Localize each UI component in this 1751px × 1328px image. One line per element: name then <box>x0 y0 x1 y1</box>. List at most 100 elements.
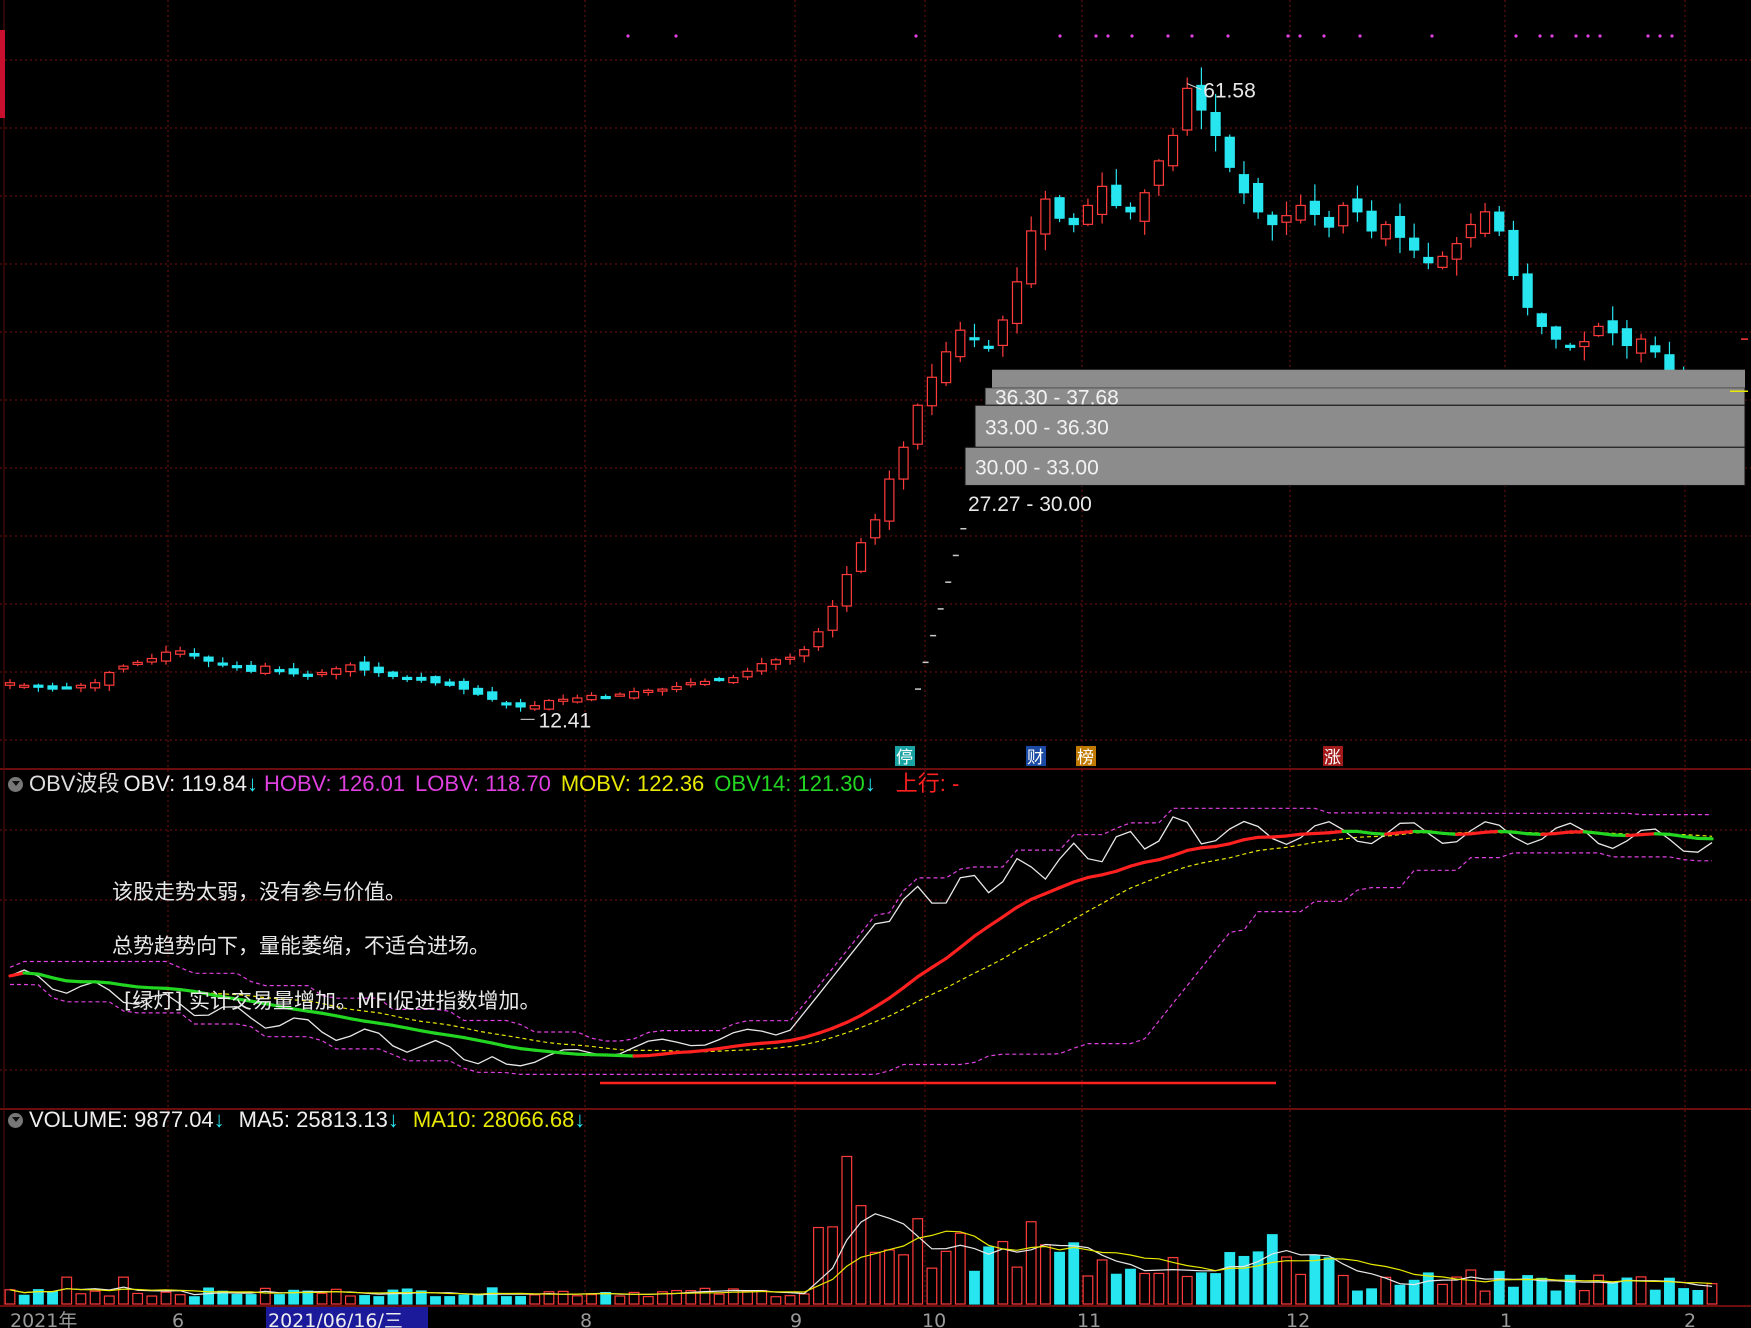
chip-zone-label: 33.00 - 36.30 <box>985 416 1109 439</box>
volume-bar <box>1593 1274 1604 1305</box>
obv14-segment <box>419 1029 438 1035</box>
candle <box>1366 200 1377 239</box>
candle-body <box>1338 204 1349 227</box>
candle-body <box>1522 273 1533 308</box>
volume-bar <box>1607 1282 1619 1305</box>
candle <box>1621 320 1633 359</box>
time-axis-label: 2021年 <box>10 1310 77 1328</box>
volume-bar <box>1394 1284 1406 1305</box>
candle-body <box>47 685 58 690</box>
candle <box>1182 77 1193 136</box>
obv14-segment <box>1143 858 1161 864</box>
candle <box>926 363 938 416</box>
obv14-segment <box>1582 830 1601 835</box>
time-axis-label: 9 <box>790 1310 802 1328</box>
event-marker-label: 榜 <box>1077 748 1094 768</box>
candle <box>401 675 413 683</box>
event-marker-label: 财 <box>1027 748 1044 768</box>
obv14-segment <box>1511 830 1530 836</box>
time-axis-label: 10 <box>922 1310 946 1328</box>
candle <box>643 688 654 696</box>
candle-body <box>1167 134 1179 167</box>
candle <box>1508 220 1519 280</box>
volume-bar <box>1295 1273 1307 1305</box>
obv14-segment <box>433 1031 452 1037</box>
obv14-segment <box>65 979 83 984</box>
candle <box>1409 223 1420 259</box>
candle <box>387 670 399 680</box>
volume-bar <box>1068 1242 1080 1305</box>
signal-dot <box>1574 34 1578 38</box>
candle <box>628 687 640 700</box>
volume-bar <box>642 1295 654 1305</box>
volume-bar <box>1706 1283 1718 1305</box>
signal-dot <box>1538 34 1542 38</box>
candle-body <box>359 661 370 671</box>
collapse-icon[interactable] <box>8 777 23 792</box>
candle-body <box>1082 204 1094 225</box>
candle-body <box>1111 184 1122 207</box>
time-axis-label: 1 <box>1500 1310 1512 1328</box>
volume-bar <box>430 1296 441 1305</box>
candle-body <box>799 649 810 657</box>
candle <box>1267 211 1278 241</box>
candle <box>784 653 796 665</box>
signal-dot <box>1190 34 1194 38</box>
candle-body <box>231 665 243 669</box>
candle <box>260 662 271 676</box>
volume-bar <box>827 1226 839 1305</box>
ma10-value: MA10: 28066.68 <box>412 1107 575 1132</box>
obv-indicator-name[interactable]: OBV波段 <box>29 771 119 796</box>
candle-body <box>245 664 257 672</box>
volume-bar <box>969 1270 980 1305</box>
obv14-segment <box>1398 829 1416 835</box>
chart-stage[interactable]: 61.58 12.41 36.30 - 37.68 33.00 - 36.30 30.0… <box>0 0 1751 1328</box>
candle <box>699 678 711 687</box>
volume-bar <box>1082 1275 1094 1305</box>
volume-bar <box>883 1249 895 1305</box>
obv14-segment <box>788 1035 806 1043</box>
obv14-segment <box>1384 831 1402 836</box>
volume-bar <box>75 1293 87 1305</box>
candle-body <box>203 656 214 662</box>
candle-body <box>75 684 87 689</box>
volume-bar <box>1380 1276 1392 1305</box>
candle-body <box>19 684 30 688</box>
candle-body <box>1252 182 1264 213</box>
volume-bar <box>1493 1270 1505 1305</box>
ma10-arrow: ↓ <box>574 1107 586 1132</box>
obv14-segment <box>448 1033 466 1040</box>
volume-bar <box>997 1240 1009 1305</box>
candle-body <box>1182 87 1193 131</box>
volume-bar <box>1621 1277 1633 1305</box>
chip-zone-label: 30.00 - 33.00 <box>975 456 1099 479</box>
candle <box>558 694 569 706</box>
candle-body <box>1366 210 1377 232</box>
candle <box>1153 159 1164 197</box>
obv14-segment <box>348 1017 367 1023</box>
obv-panel-header: OBV波段 OBV: 119.84↓ HOBV: 126.01 LOBV: 118.7… <box>8 766 965 798</box>
collapse-icon[interactable] <box>8 1113 23 1128</box>
obv14-segment <box>1057 880 1076 890</box>
candle-body <box>1635 338 1647 354</box>
obv14-segment <box>1213 842 1232 849</box>
candle <box>75 682 87 693</box>
time-axis-label: 6 <box>172 1310 184 1328</box>
obv14-segment <box>944 945 962 961</box>
obv14-segment <box>731 1043 750 1049</box>
obv14-segment <box>504 1044 523 1051</box>
time-axis-label: 11 <box>1077 1310 1101 1328</box>
candle <box>274 666 285 675</box>
obv14-segment <box>646 1052 665 1058</box>
obv14-segment <box>405 1026 423 1033</box>
obv14-arrow: ↓ <box>864 771 876 796</box>
candle <box>1167 127 1179 172</box>
event-marker-label: 涨 <box>1324 748 1341 768</box>
volume-bar <box>1508 1286 1519 1305</box>
candle <box>1323 210 1335 238</box>
obv14-segment <box>1242 835 1260 842</box>
signal-dot <box>1550 34 1554 38</box>
obv14-value: OBV14: 121.30 <box>714 771 865 796</box>
mobv-value: MOBV: 122.36 <box>560 771 705 796</box>
candle-body <box>898 446 909 480</box>
